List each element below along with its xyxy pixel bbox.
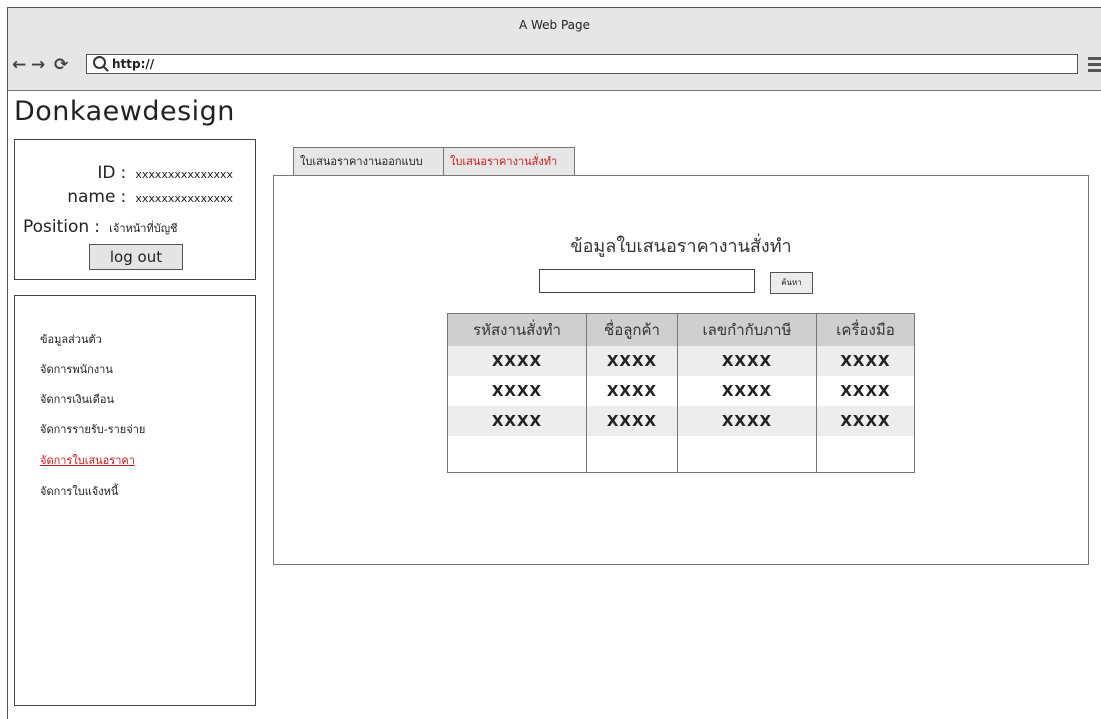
table-cell: XXXX [816, 346, 915, 376]
sidebar-menu: ข้อมูลส่วนตัว จัดการพนักงาน จัดการเงินเด… [14, 295, 256, 706]
user-position-row: Position : เจ้าหน้าที่บัญชี [23, 217, 178, 237]
user-id-value: xxxxxxxxxxxxxxx [135, 168, 233, 181]
back-arrow-icon[interactable]: ← [12, 55, 26, 75]
user-id-label: ID [97, 163, 116, 183]
user-info-panel: ID : xxxxxxxxxxxxxxx name : xxxxxxxxxxxx… [14, 139, 256, 280]
table-cell: XXXX [447, 376, 587, 406]
sidebar-item-manage-invoices[interactable]: จัดการใบแจ้งหนี้ [40, 482, 118, 500]
search-icon [93, 56, 106, 69]
search-button[interactable]: ค้นหา [770, 272, 813, 294]
sidebar-item-manage-quotations[interactable]: จัดการใบเสนอราคา [40, 451, 135, 469]
url-bar[interactable]: http:// [86, 54, 1078, 74]
table-cell: XXXX [586, 406, 678, 436]
window-title: A Web Page [8, 8, 1101, 45]
user-name-label: name [67, 187, 116, 207]
table-cell: XXXX [816, 406, 915, 436]
table-cell [586, 436, 678, 473]
table-cell [677, 436, 817, 473]
column-header-tools: เครื่องมือ [816, 313, 915, 346]
menu-icon[interactable] [1088, 57, 1101, 75]
table-cell: XXXX [586, 346, 678, 376]
user-name-value: xxxxxxxxxxxxxxx [135, 192, 233, 205]
table-row[interactable]: XXXX XXXX XXXX XXXX [447, 376, 915, 406]
table-cell: XXXX [447, 406, 587, 436]
tab-custom-order-quotation[interactable]: ใบเสนอราคางานสั่งทำ [443, 147, 575, 177]
search-input[interactable] [539, 269, 755, 293]
table-cell: XXXX [447, 346, 587, 376]
sidebar-item-manage-employees[interactable]: จัดการพนักงาน [40, 360, 113, 378]
sidebar-item-personal-info[interactable]: ข้อมูลส่วนตัว [40, 330, 102, 348]
logout-button[interactable]: log out [89, 244, 183, 270]
user-id-separator: : [120, 163, 127, 183]
quotation-panel: ข้อมูลใบเสนอราคางานสั่งทำ ค้นหา รหัสงานส… [273, 175, 1089, 565]
table-row[interactable]: XXXX XXXX XXXX XXXX [447, 346, 915, 376]
url-text: http:// [112, 57, 155, 71]
user-position-value: เจ้าหน้าที่บัญชี [109, 222, 178, 235]
user-position-separator: : [94, 217, 101, 237]
user-name-row: name : xxxxxxxxxxxxxxx [67, 187, 233, 207]
quotation-table: รหัสงานสั่งทำ ชื่อลูกค้า เลขกำกับภาษี เค… [447, 313, 915, 473]
table-cell: XXXX [677, 376, 817, 406]
table-cell: XXXX [677, 406, 817, 436]
column-header-order-code: รหัสงานสั่งทำ [447, 313, 587, 346]
user-id-row: ID : xxxxxxxxxxxxxxx [97, 163, 233, 183]
table-cell: XXXX [677, 346, 817, 376]
reload-icon[interactable]: ⟳ [54, 55, 68, 75]
sidebar-item-manage-salary[interactable]: จัดการเงินเดือน [40, 390, 114, 408]
table-header-row: รหัสงานสั่งทำ ชื่อลูกค้า เลขกำกับภาษี เค… [447, 313, 915, 346]
table-cell [816, 436, 915, 473]
user-name-separator: : [120, 187, 127, 207]
user-position-label: Position [23, 217, 90, 237]
table-row-empty [447, 436, 915, 473]
forward-arrow-icon[interactable]: → [31, 55, 45, 75]
browser-navbar: ← → ⟳ http:// [8, 44, 1101, 91]
panel-title: ข้อมูลใบเสนอราคางานสั่งทำ [570, 236, 792, 257]
table-cell [447, 436, 587, 473]
column-header-customer-name: ชื่อลูกค้า [586, 313, 678, 346]
column-header-tax-id: เลขกำกับภาษี [677, 313, 817, 346]
table-row[interactable]: XXXX XXXX XXXX XXXX [447, 406, 915, 436]
tab-design-quotation[interactable]: ใบเสนอราคางานออกแบบ [293, 147, 445, 177]
table-cell: XXXX [816, 376, 915, 406]
table-cell: XXXX [586, 376, 678, 406]
sidebar-item-manage-income-expense[interactable]: จัดการรายรับ-รายจ่าย [40, 420, 145, 438]
site-logo: Donkaewdesign [14, 96, 235, 127]
